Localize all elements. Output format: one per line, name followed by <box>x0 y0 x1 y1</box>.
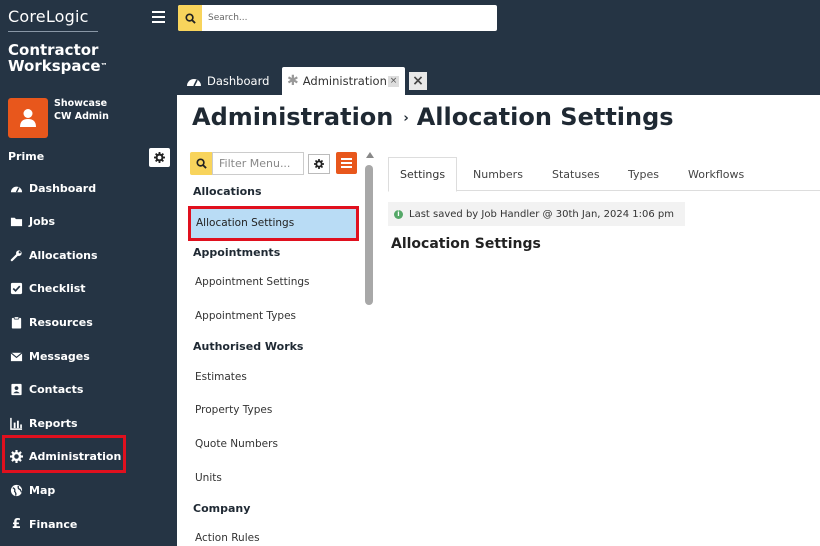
close-all-tabs-button[interactable]: × <box>409 72 427 90</box>
content-tabs: Settings Numbers Statuses Types Workflow… <box>388 157 820 192</box>
tab-numbers[interactable]: Numbers <box>473 157 523 191</box>
sidebar-item-dashboard[interactable]: Dashboard <box>10 178 96 198</box>
last-saved-text: Last saved by Job Handler @ 30th Jan, 20… <box>409 208 674 220</box>
sidebar-item-label: Map <box>29 483 56 497</box>
clipboard-icon <box>11 315 22 329</box>
submenu-item-action-rules[interactable]: Action Rules <box>195 532 260 544</box>
filter-search-button[interactable] <box>190 152 212 175</box>
sidebar-item-checklist[interactable]: Checklist <box>10 278 86 298</box>
sidebar: CoreLogic Contractor Workspace™ Showcase… <box>0 0 177 546</box>
sidebar-item-label: Resources <box>29 315 93 329</box>
user-name: Showcase <box>54 98 108 109</box>
dashboard-icon <box>187 79 201 87</box>
bar-chart-icon <box>10 417 23 430</box>
sidebar-item-label: Jobs <box>29 214 56 228</box>
submenu-heading-appointments: Appointments <box>193 246 281 259</box>
filter-menu-input[interactable] <box>212 152 304 175</box>
tab-workflows[interactable]: Workflows <box>688 157 744 191</box>
submenu-item-estimates[interactable]: Estimates <box>195 371 247 383</box>
scrollbar-thumb[interactable] <box>365 165 373 305</box>
brand-name: CoreLogic <box>8 7 89 26</box>
tab-administration[interactable]: ✱ Administration × <box>282 67 405 95</box>
sidebar-item-label: Finance <box>29 517 78 531</box>
tab-statuses[interactable]: Statuses <box>552 157 600 191</box>
sidebar-item-label: Reports <box>29 416 78 430</box>
gear-icon <box>314 159 324 169</box>
gear-icon <box>154 152 165 163</box>
sidebar-item-contacts[interactable]: Contacts <box>10 379 83 399</box>
sidebar-item-map[interactable]: Map <box>10 480 55 500</box>
product-name-line1: Contractor <box>8 41 99 59</box>
search-icon <box>184 12 196 24</box>
last-saved-notice: i Last saved by Job Handler @ 30th Jan, … <box>388 202 685 226</box>
info-icon: i <box>394 209 403 219</box>
sidebar-settings-button[interactable] <box>149 148 170 167</box>
tab-dashboard[interactable]: Dashboard <box>186 73 269 89</box>
submenu-item-appointment-settings[interactable]: Appointment Settings <box>195 276 310 288</box>
pound-icon: £ <box>11 516 22 532</box>
breadcrumb-separator: › <box>403 110 409 126</box>
tab-types[interactable]: Types <box>628 157 659 191</box>
sidebar-section-label: Prime <box>8 150 45 163</box>
close-tab-button[interactable]: × <box>388 76 399 87</box>
envelope-icon <box>10 351 23 361</box>
highlight-box <box>2 435 126 473</box>
product-name-line2: Workspace <box>8 57 101 75</box>
submenu-item-label: Allocation Settings <box>196 217 295 229</box>
search-button[interactable] <box>178 5 202 31</box>
submenu-item-allocation-settings[interactable]: Allocation Settings <box>188 206 359 241</box>
product-name: Contractor Workspace™ <box>8 42 108 74</box>
user-icon <box>20 109 36 127</box>
submenu-heading-authorised-works: Authorised Works <box>193 340 304 353</box>
sidebar-item-finance[interactable]: £ Finance <box>10 514 77 534</box>
section-title: Allocation Settings <box>391 236 541 252</box>
contact-card-icon <box>11 383 22 395</box>
search-input[interactable] <box>208 5 493 31</box>
submenu-heading-company: Company <box>193 502 251 515</box>
search-icon <box>195 158 207 169</box>
sidebar-item-jobs[interactable]: Jobs <box>10 211 55 231</box>
folder-icon <box>10 217 23 226</box>
sidebar-item-label: Allocations <box>29 248 98 262</box>
scroll-up-arrow-icon[interactable] <box>366 152 374 158</box>
sidebar-item-label: Messages <box>29 349 90 363</box>
page-title-sub: Allocation Settings <box>416 103 674 131</box>
sidebar-item-resources[interactable]: Resources <box>10 312 93 332</box>
sidebar-item-reports[interactable]: Reports <box>10 413 78 433</box>
sidebar-item-label: Contacts <box>29 382 84 396</box>
tab-label: Dashboard <box>207 74 270 88</box>
submenu-item-appointment-types[interactable]: Appointment Types <box>195 310 296 322</box>
dashboard-icon <box>10 186 23 193</box>
sidebar-item-label: Dashboard <box>29 181 97 195</box>
checkbox-icon <box>10 282 23 294</box>
submenu-item-units[interactable]: Units <box>195 472 222 484</box>
submenu-item-quote-numbers[interactable]: Quote Numbers <box>195 438 278 450</box>
tab-label: Administration <box>302 74 387 88</box>
sidebar-item-allocations[interactable]: Allocations <box>10 245 98 265</box>
globe-icon <box>10 484 23 496</box>
sidebar-item-messages[interactable]: Messages <box>10 346 90 366</box>
submenu-item-property-types[interactable]: Property Types <box>195 404 272 416</box>
global-search <box>178 5 497 31</box>
menu-settings-button[interactable] <box>308 154 330 174</box>
menu-list-button[interactable] <box>336 152 357 174</box>
trademark: ™ <box>100 62 108 70</box>
wrench-icon <box>10 249 22 261</box>
sidebar-item-label: Checklist <box>29 281 86 295</box>
submenu-heading-allocations: Allocations <box>193 185 262 198</box>
asterisk-icon: ✱ <box>287 73 299 89</box>
page-title-main: Administration <box>192 103 394 131</box>
main-content: Administration › Allocation Settings Alloc… <box>177 95 820 546</box>
tab-settings[interactable]: Settings <box>388 157 458 192</box>
hamburger-menu-button[interactable] <box>152 11 165 23</box>
brand-divider <box>8 31 98 32</box>
user-role: CW Admin <box>54 111 109 122</box>
page-title: Administration › Allocation Settings <box>192 103 674 131</box>
avatar[interactable] <box>8 98 48 138</box>
submenu-scrollbar[interactable] <box>365 152 374 546</box>
